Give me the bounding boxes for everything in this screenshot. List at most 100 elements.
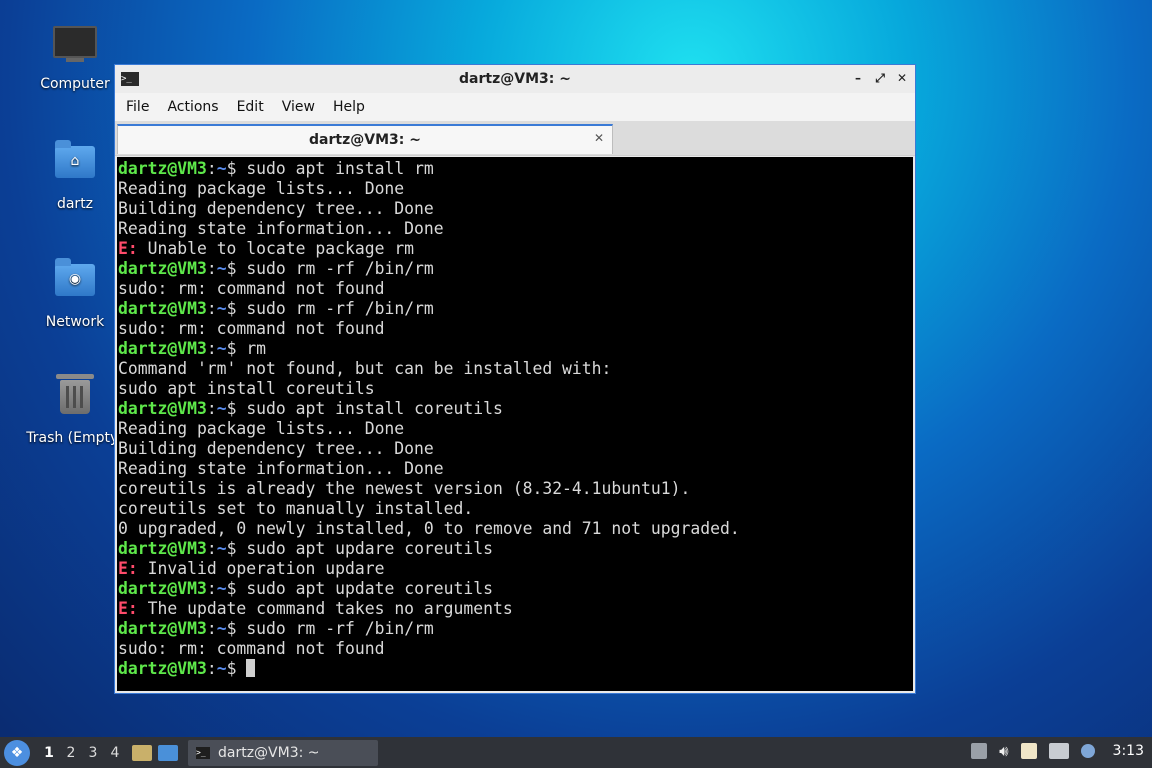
- prompt-path: ~: [216, 659, 227, 678]
- network-folder-icon: ◉: [53, 258, 97, 308]
- terminal-line: dartz@VM3:~$ sudo apt install coreutils: [118, 399, 503, 418]
- output-text: Command 'rm' not found, but can be insta…: [118, 359, 612, 378]
- error-prefix: E:: [118, 559, 138, 578]
- command-text: sudo rm -rf /bin/rm: [246, 259, 434, 278]
- output-text: Reading state information... Done: [118, 219, 444, 238]
- terminal-line: 0 upgraded, 0 newly installed, 0 to remo…: [118, 519, 912, 539]
- close-button[interactable]: ✕: [895, 70, 909, 86]
- output-text: coreutils set to manually installed.: [118, 499, 474, 518]
- terminal-line: E: Unable to locate package rm: [118, 239, 912, 259]
- battery-icon[interactable]: [971, 743, 988, 759]
- output-text: sudo: rm: command not found: [118, 639, 385, 658]
- terminal-line: dartz@VM3:~$ sudo apt updare coreutils: [118, 539, 494, 558]
- clock[interactable]: 3:13: [1113, 743, 1144, 759]
- workspace-4[interactable]: 4: [104, 745, 126, 761]
- prompt-path: ~: [216, 299, 227, 318]
- command-text: sudo rm -rf /bin/rm: [246, 619, 434, 638]
- window-titlebar[interactable]: >_ dartz@VM3: ~ – ⤢ ✕: [115, 65, 915, 93]
- prompt-user: dartz@VM3: [118, 339, 207, 358]
- output-text: Building dependency tree... Done: [118, 199, 434, 218]
- menu-file[interactable]: File: [117, 99, 158, 115]
- prompt-user: dartz@VM3: [118, 159, 207, 178]
- error-text: Unable to locate package rm: [137, 239, 415, 258]
- menu-help[interactable]: Help: [324, 99, 374, 115]
- prompt-path: ~: [216, 619, 227, 638]
- terminal-line: dartz@VM3:~$ rm: [118, 339, 267, 358]
- error-prefix: E:: [118, 599, 138, 618]
- terminal-line: dartz@VM3:~$: [118, 659, 912, 679]
- network-icon[interactable]: [1048, 743, 1069, 759]
- file-manager-icon[interactable]: [132, 744, 152, 761]
- prompt-user: dartz@VM3: [118, 579, 207, 598]
- update-notifier-icon[interactable]: [1080, 744, 1095, 758]
- prompt-path: ~: [216, 399, 227, 418]
- terminal-line: Reading package lists... Done: [118, 419, 912, 439]
- terminal-cursor: [246, 659, 256, 677]
- terminal-line: dartz@VM3:~$ sudo apt install rm: [118, 159, 434, 178]
- terminal-line: Reading state information... Done: [118, 459, 912, 479]
- error-text: The update command takes no arguments: [137, 599, 513, 618]
- terminal-line: Command 'rm' not found, but can be insta…: [118, 359, 912, 379]
- command-text: sudo apt updare coreutils: [246, 539, 494, 558]
- workspace-3[interactable]: 3: [82, 745, 104, 761]
- output-text: sudo: rm: command not found: [118, 319, 385, 338]
- taskbar-task-terminal[interactable]: >_ dartz@VM3: ~: [188, 739, 378, 766]
- home-folder-icon: ⌂: [53, 140, 97, 190]
- taskbar: ❖ 1 2 3 4 >_ dartz@VM3: ~ 🔊︎ 3:13: [0, 737, 1152, 768]
- terminal-line: Building dependency tree... Done: [118, 439, 912, 459]
- menu-actions[interactable]: Actions: [158, 99, 227, 115]
- error-text: Invalid operation updare: [137, 559, 385, 578]
- menu-edit[interactable]: Edit: [228, 99, 273, 115]
- terminal-line: Reading package lists... Done: [118, 179, 912, 199]
- tab-label: dartz@VM3: ~: [309, 132, 421, 148]
- menu-bar: File Actions Edit View Help: [115, 93, 915, 121]
- terminal-line: dartz@VM3:~$ sudo apt update coreutils: [118, 579, 494, 598]
- prompt-path: ~: [216, 539, 227, 558]
- clipboard-icon[interactable]: [1020, 743, 1037, 759]
- workspace-2[interactable]: 2: [60, 745, 82, 761]
- terminal-line: Reading state information... Done: [118, 219, 912, 239]
- show-desktop-icon[interactable]: [158, 744, 178, 761]
- task-label: dartz@VM3: ~: [218, 744, 320, 761]
- window-title: dartz@VM3: ~: [459, 71, 571, 87]
- terminal-line: sudo: rm: command not found: [118, 279, 912, 299]
- system-tray: 🔊︎ 3:13: [971, 742, 1144, 760]
- output-text: Building dependency tree... Done: [118, 439, 434, 458]
- output-text: sudo apt install coreutils: [118, 379, 375, 398]
- terminal-line: dartz@VM3:~$ sudo rm -rf /bin/rm: [118, 299, 434, 318]
- prompt-user: dartz@VM3: [118, 399, 207, 418]
- minimize-button[interactable]: –: [851, 70, 865, 86]
- terminal-line: sudo apt install coreutils: [118, 379, 912, 399]
- prompt-path: ~: [216, 259, 227, 278]
- maximize-button[interactable]: ⤢: [873, 70, 887, 86]
- output-text: Reading package lists... Done: [118, 419, 405, 438]
- terminal-line: sudo: rm: command not found: [118, 639, 912, 659]
- error-prefix: E:: [118, 239, 138, 258]
- prompt-path: ~: [216, 339, 227, 358]
- tab-bar: dartz@VM3: ~ ✕: [115, 121, 915, 156]
- prompt-user: dartz@VM3: [118, 659, 207, 678]
- terminal-line: E: Invalid operation updare: [118, 559, 912, 579]
- terminal-line: sudo: rm: command not found: [118, 319, 912, 339]
- terminal-output[interactable]: dartz@VM3:~$ sudo apt install rm Reading …: [117, 157, 913, 691]
- prompt-user: dartz@VM3: [118, 539, 207, 558]
- workspace-1[interactable]: 1: [38, 745, 60, 761]
- output-text: 0 upgraded, 0 newly installed, 0 to remo…: [118, 519, 740, 538]
- tab-close-icon[interactable]: ✕: [594, 131, 604, 145]
- tab-terminal[interactable]: dartz@VM3: ~ ✕: [117, 124, 613, 154]
- command-text: sudo apt install coreutils: [246, 399, 503, 418]
- output-text: Reading state information... Done: [118, 459, 444, 478]
- command-text: rm: [246, 339, 267, 358]
- output-text: coreutils is already the newest version …: [118, 479, 691, 498]
- terminal-line: dartz@VM3:~$ sudo rm -rf /bin/rm: [118, 259, 434, 278]
- prompt-user: dartz@VM3: [118, 259, 207, 278]
- output-text: Reading package lists... Done: [118, 179, 405, 198]
- trash-icon: [53, 374, 97, 424]
- terminal-line: dartz@VM3:~$ sudo rm -rf /bin/rm: [118, 619, 434, 638]
- prompt-user: dartz@VM3: [118, 619, 207, 638]
- menu-view[interactable]: View: [273, 99, 324, 115]
- volume-icon[interactable]: 🔊︎: [999, 742, 1008, 760]
- start-menu-icon[interactable]: ❖: [4, 739, 30, 766]
- output-text: sudo: rm: command not found: [118, 279, 385, 298]
- terminal-line: coreutils set to manually installed.: [118, 499, 912, 519]
